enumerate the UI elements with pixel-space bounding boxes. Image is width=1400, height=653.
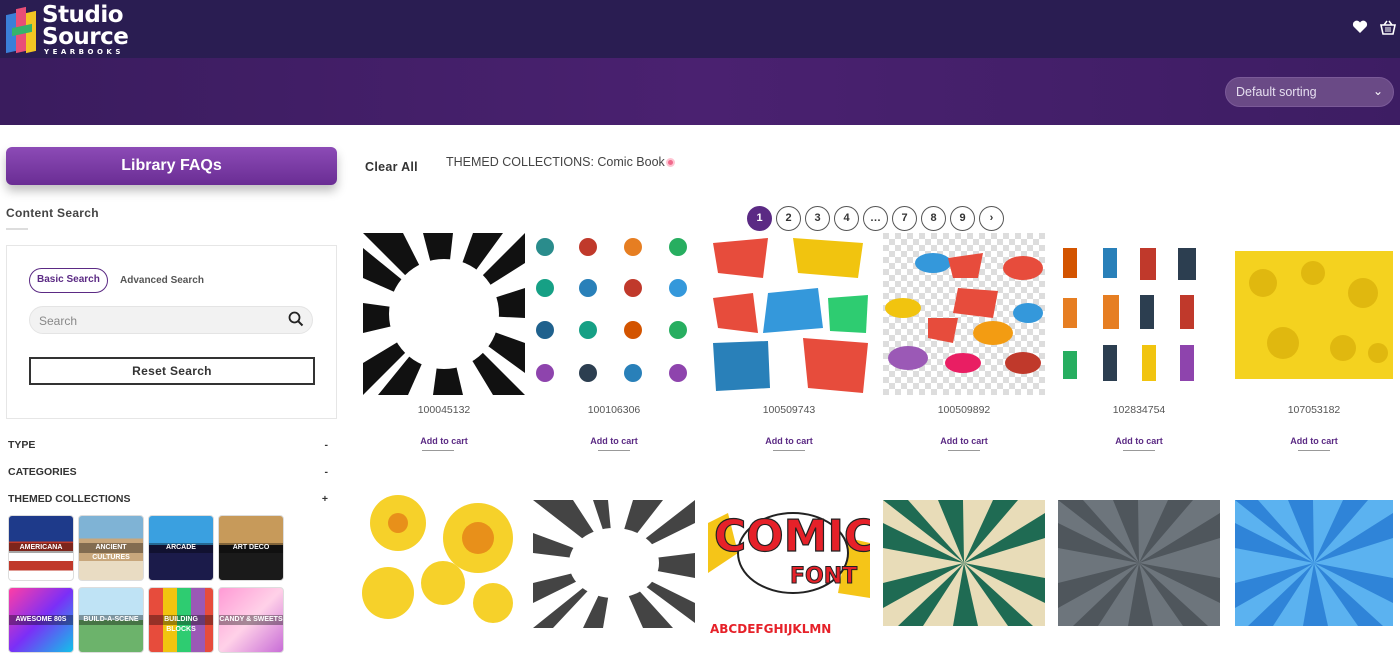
page-banner: Default sorting ⌄ xyxy=(0,58,1400,125)
pagination: 1 2 3 4 … 7 8 9 › xyxy=(747,206,1004,231)
facet-label: TYPE xyxy=(8,439,36,451)
product-image-gray-sunburst[interactable] xyxy=(1058,483,1220,645)
page-7[interactable]: 7 xyxy=(892,206,917,231)
collection-label: BUILDING BLOCKS xyxy=(149,615,213,633)
add-to-cart-button[interactable]: Add to cart xyxy=(883,436,1045,446)
collection-label: BUILD-A-SCENE xyxy=(79,615,143,625)
button-underline xyxy=(948,450,980,451)
facet-categories[interactable]: CATEGORIES - xyxy=(8,466,328,478)
facet-themed-collections[interactable]: THEMED COLLECTIONS + xyxy=(8,493,328,505)
title-underline xyxy=(6,228,28,230)
logo-mark-icon xyxy=(6,6,38,54)
button-underline xyxy=(598,450,630,451)
add-to-cart-button[interactable]: Add to cart xyxy=(708,436,870,446)
product-image-yellow-explosion[interactable] xyxy=(358,483,520,645)
product-image-green-sunburst[interactable] xyxy=(883,483,1045,645)
tab-basic-search[interactable]: Basic Search xyxy=(29,268,108,293)
library-faqs-button[interactable]: Library FAQs xyxy=(6,147,337,185)
collection-tile-building-blocks[interactable]: BUILDING BLOCKS xyxy=(148,587,214,653)
product-sku: 100509743 xyxy=(762,404,816,416)
button-underline xyxy=(1298,450,1330,451)
basket-icon[interactable] xyxy=(1380,20,1396,35)
brand-line-3: YEARBOOKS xyxy=(44,48,124,56)
clear-all-link[interactable]: Clear All xyxy=(365,160,418,174)
page-4[interactable]: 4 xyxy=(834,206,859,231)
product-sku: 107053182 xyxy=(1287,404,1341,416)
page-8[interactable]: 8 xyxy=(921,206,946,231)
product-image-superhero-set[interactable] xyxy=(533,233,695,395)
content-search-title: Content Search xyxy=(6,206,99,220)
collection-label: ANCIENT CULTURES xyxy=(79,543,143,561)
page-1[interactable]: 1 xyxy=(747,206,772,231)
search-placeholder: Search xyxy=(39,314,78,328)
collection-label: CANDY & SWEETS xyxy=(219,615,283,625)
collection-tile-americana[interactable]: AMERICANA xyxy=(8,515,74,581)
collection-label: AMERICANA xyxy=(9,543,73,553)
product-image-comic-bubbles[interactable] xyxy=(708,233,870,395)
collection-tile-ancient-cultures[interactable]: ANCIENT CULTURES xyxy=(78,515,144,581)
product-image-comic-font[interactable]: COMIC FONT ABCDEFGHIJKLMN xyxy=(708,483,870,645)
product-image-blue-sunburst[interactable] xyxy=(1233,483,1395,645)
collection-tile-build-a-scene[interactable]: BUILD-A-SCENE xyxy=(78,587,144,653)
add-to-cart-button[interactable]: Add to cart xyxy=(363,436,525,446)
chevron-down-icon: ⌄ xyxy=(1372,84,1383,98)
button-underline xyxy=(422,450,454,451)
remove-filter-icon[interactable] xyxy=(665,158,675,168)
sorting-selected: Default sorting xyxy=(1236,85,1317,99)
collapse-icon[interactable]: - xyxy=(325,439,329,451)
heart-icon[interactable] xyxy=(1352,20,1368,35)
add-to-cart-button[interactable]: Add to cart xyxy=(1233,436,1395,446)
comic-title-text: COMIC xyxy=(714,511,870,562)
brand-line-2: Source xyxy=(42,24,129,50)
tab-advanced-search[interactable]: Advanced Search xyxy=(120,275,204,286)
product-image-hero-figures[interactable] xyxy=(1058,233,1220,395)
button-underline xyxy=(1123,450,1155,451)
active-filter-label: THEMED COLLECTIONS: Comic Book xyxy=(446,155,665,169)
facet-type[interactable]: TYPE - xyxy=(8,439,328,451)
search-input[interactable]: Search xyxy=(29,306,313,334)
collapse-icon[interactable]: - xyxy=(325,466,329,478)
facet-label: THEMED COLLECTIONS xyxy=(8,493,131,505)
product-image-yellow-smoke[interactable] xyxy=(1233,233,1395,395)
brand-line-1: Studio xyxy=(42,2,124,28)
add-to-cart-button[interactable]: Add to cart xyxy=(533,436,695,446)
comic-alphabet-text: ABCDEFGHIJKLMN xyxy=(710,622,831,636)
collection-tile-arcade[interactable]: ARCADE xyxy=(148,515,214,581)
button-underline xyxy=(773,450,805,451)
collection-tile-awesome-80s[interactable]: AWESOME 80S xyxy=(8,587,74,653)
reset-search-button[interactable]: Reset Search xyxy=(29,357,315,385)
product-image-speed-lines-burst[interactable] xyxy=(363,233,525,395)
product-sku: 100509892 xyxy=(937,404,991,416)
collection-label: ARCADE xyxy=(149,543,213,553)
page-2[interactable]: 2 xyxy=(776,206,801,231)
next-page-icon[interactable]: › xyxy=(979,206,1004,231)
product-sku: 102834754 xyxy=(1112,404,1166,416)
collection-tile-candy-sweets[interactable]: CANDY & SWEETS xyxy=(218,587,284,653)
expand-icon[interactable]: + xyxy=(322,493,328,505)
collection-label: ART DECO xyxy=(219,543,283,553)
product-sku: 100045132 xyxy=(417,404,471,416)
collection-label: AWESOME 80S xyxy=(9,615,73,625)
top-bar: Studio Source YEARBOOKS xyxy=(0,0,1400,58)
add-to-cart-button[interactable]: Add to cart xyxy=(1058,436,1220,446)
comic-font-text: FONT xyxy=(790,564,857,589)
page-9[interactable]: 9 xyxy=(950,206,975,231)
product-image-gray-speed-lines[interactable] xyxy=(533,483,695,645)
collection-tile-art-deco[interactable]: ART DECO xyxy=(218,515,284,581)
product-image-comic-stickers[interactable] xyxy=(883,233,1045,395)
brand-logo[interactable]: Studio Source YEARBOOKS xyxy=(6,2,129,56)
active-filter-chip[interactable]: THEMED COLLECTIONS: Comic Book xyxy=(446,155,675,169)
search-icon[interactable] xyxy=(288,311,304,330)
page-3[interactable]: 3 xyxy=(805,206,830,231)
sorting-select[interactable]: Default sorting ⌄ xyxy=(1225,77,1394,107)
product-sku: 100106306 xyxy=(587,404,641,416)
search-panel: Basic Search Advanced Search Search Rese… xyxy=(6,245,337,419)
page-ellipsis: … xyxy=(863,206,888,231)
facet-label: CATEGORIES xyxy=(8,466,77,478)
